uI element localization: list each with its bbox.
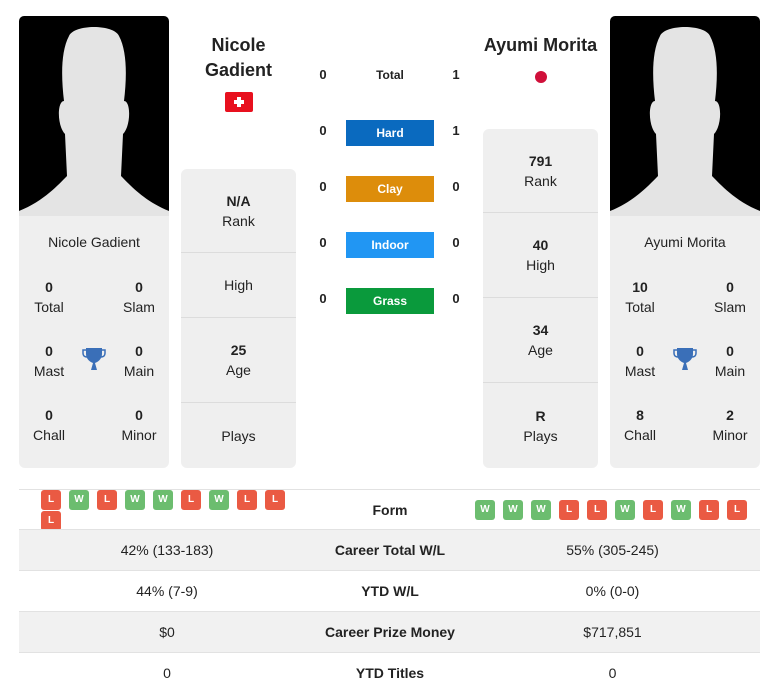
comparison-row: 42% (133-183) Career Total W/L 55% (305-… xyxy=(19,529,760,570)
form-win-badge[interactable]: W xyxy=(209,489,229,510)
ytd-wl-label: YTD W/L xyxy=(361,583,419,599)
player1-career-wl: 42% (133-183) xyxy=(120,542,214,558)
form-win-badge[interactable]: W xyxy=(475,500,495,520)
form-win-badge[interactable]: W xyxy=(531,500,551,520)
player1-rank: N/A Rank xyxy=(181,169,296,253)
h2h-grass-p2: 0 xyxy=(452,291,460,306)
player2-card-name: Ayumi Morita xyxy=(644,234,726,250)
player2-plays: R Plays xyxy=(523,407,558,444)
ytd-titles-label: YTD Titles xyxy=(355,665,425,681)
h2h-indoor-p1: 0 xyxy=(319,235,327,250)
surface-clay-badge: Clay xyxy=(346,176,434,202)
form-win-badge[interactable]: W xyxy=(125,489,145,510)
player1-name-heading[interactable]: Nicole Gadient xyxy=(181,33,296,83)
player2-minor-titles: 2 Minor xyxy=(712,407,748,443)
form-loss-badge[interactable]: L xyxy=(559,500,579,520)
form-loss-badge[interactable]: L xyxy=(41,510,61,531)
player2-career-wl: 55% (305-245) xyxy=(566,542,659,558)
prize-money-label: Career Prize Money xyxy=(325,624,455,640)
player2-rank: 791 Rank xyxy=(483,129,598,213)
player1-mast-titles: 0 Mast xyxy=(33,343,65,379)
h2h-total-label: Total xyxy=(376,68,404,82)
player1-photo xyxy=(19,16,169,216)
player1-card-name: Nicole Gadient xyxy=(48,234,140,250)
form-loss-badge[interactable]: L xyxy=(699,500,719,520)
player1-ytd-wl: 44% (7-9) xyxy=(136,583,198,599)
h2h-total-p2: 1 xyxy=(452,67,460,82)
form-loss-badge[interactable]: L xyxy=(265,489,285,510)
player2-photo xyxy=(610,16,760,216)
player1-plays: Plays xyxy=(221,427,256,444)
player2-prize-money: $717,851 xyxy=(583,624,642,640)
form-loss-badge[interactable]: L xyxy=(727,500,747,520)
player2-ytd-titles: 0 xyxy=(608,665,617,681)
h2h-total-p1: 0 xyxy=(319,67,327,82)
player1-minor-titles: 0 Minor xyxy=(121,407,157,443)
surface-hard-badge: Hard xyxy=(346,120,434,146)
form-win-badge[interactable]: W xyxy=(503,500,523,520)
player1-ytd-titles: 0 xyxy=(163,665,171,681)
player1-total-titles: 0 Total xyxy=(34,279,64,315)
form-label: Form xyxy=(372,501,408,518)
player1-slam-titles: 0 Slam xyxy=(123,279,155,315)
form-win-badge[interactable]: W xyxy=(615,500,635,520)
player2-titles-card: Ayumi Morita 10 Total 0 Slam 0 Mast 0 Main 8… xyxy=(610,216,760,468)
career-wl-label: Career Total W/L xyxy=(334,542,446,558)
player2-name-heading[interactable]: Ayumi Morita xyxy=(480,33,601,58)
form-loss-badge[interactable]: L xyxy=(181,489,201,510)
comparison-row: 0 YTD Titles 0 xyxy=(19,652,760,693)
h2h-hard-p2: 1 xyxy=(452,123,460,138)
player1-age: 25 Age xyxy=(181,318,296,403)
surface-indoor-badge: Indoor xyxy=(346,232,434,258)
surface-grass-badge: Grass xyxy=(346,288,434,314)
player2-info-column: 791 Rank 40 High 34 Age R Plays xyxy=(483,129,598,468)
switzerland-flag-icon xyxy=(225,92,253,112)
form-win-badge[interactable]: W xyxy=(153,489,173,510)
player2-mast-titles: 0 Mast xyxy=(624,343,656,379)
silhouette-icon xyxy=(610,27,760,216)
player1-titles-card: Nicole Gadient 0 Total 0 Slam 0 Mast 0 Main … xyxy=(19,216,169,468)
comparison-row: $0 Career Prize Money $717,851 xyxy=(19,611,760,652)
h2h-clay-p1: 0 xyxy=(319,179,327,194)
player1-high: High xyxy=(181,253,296,318)
player1-chall-titles: 0 Chall xyxy=(33,407,65,443)
player2-high: 40 High xyxy=(483,213,598,298)
form-win-badge[interactable]: W xyxy=(69,489,89,510)
form-win-badge[interactable]: W xyxy=(671,500,691,520)
player2-main-titles: 0 Main xyxy=(714,343,746,379)
h2h-indoor-p2: 0 xyxy=(452,235,460,250)
form-row: L W L W W L W L LL Form WWWLLWLWLL xyxy=(19,489,760,531)
form-loss-badge[interactable]: L xyxy=(41,489,61,510)
player1-prize-money: $0 xyxy=(159,624,175,640)
form-loss-badge[interactable]: L xyxy=(643,500,663,520)
player2-age: 34 Age xyxy=(483,298,598,383)
japan-flag-icon xyxy=(535,71,547,83)
form-loss-badge[interactable]: L xyxy=(237,489,257,510)
h2h-grass-p1: 0 xyxy=(319,291,327,306)
player1-info-column: N/A Rank High 25 Age Plays xyxy=(181,169,296,468)
player1-form: L W L W W L W L LL xyxy=(19,489,315,531)
silhouette-icon xyxy=(19,27,169,216)
h2h-hard-p1: 0 xyxy=(319,123,327,138)
player2-chall-titles: 8 Chall xyxy=(624,407,656,443)
form-loss-badge[interactable]: L xyxy=(97,489,117,510)
h2h-clay-p2: 0 xyxy=(452,179,460,194)
form-loss-badge[interactable]: L xyxy=(587,500,607,520)
player2-form: WWWLLWLWLL xyxy=(465,499,760,520)
comparison-row: 44% (7-9) YTD W/L 0% (0-0) xyxy=(19,570,760,611)
player2-ytd-wl: 0% (0-0) xyxy=(585,583,640,599)
player2-total-titles: 10 Total xyxy=(625,279,655,315)
player1-main-titles: 0 Main xyxy=(123,343,155,379)
player2-slam-titles: 0 Slam xyxy=(714,279,746,315)
